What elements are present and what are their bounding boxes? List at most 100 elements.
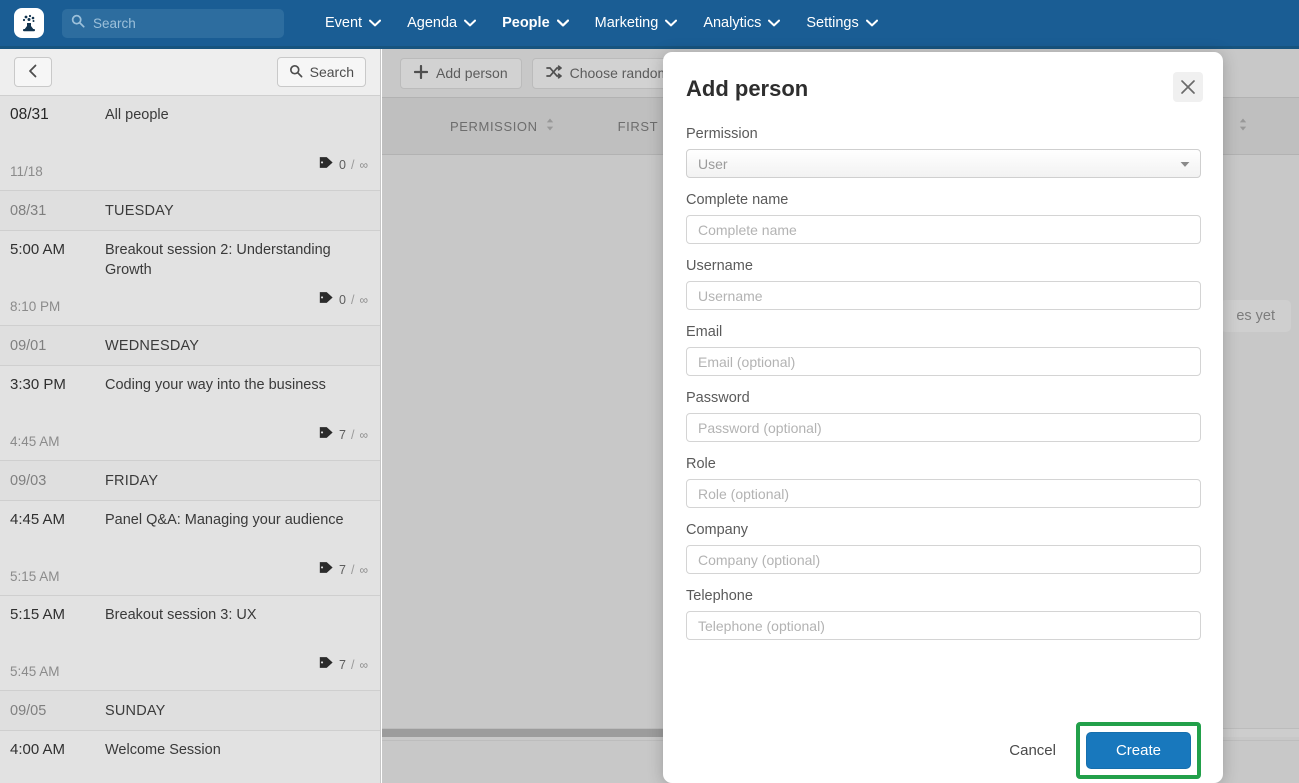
- modal-body: Permission User Complete name Username E…: [663, 126, 1223, 640]
- create-button[interactable]: Create: [1085, 731, 1191, 769]
- agenda-content: All people 0 / ∞: [98, 96, 380, 190]
- column-header-extra[interactable]: [1239, 118, 1247, 134]
- choose-random-button[interactable]: Choose random: [531, 57, 684, 89]
- chevron-down-icon: [369, 15, 382, 31]
- complete-name-label: Complete name: [686, 192, 789, 208]
- list-item[interactable]: 5:15 AM 5:45 AM Breakout session 3: UX 7…: [0, 596, 380, 691]
- chevron-down-icon: [865, 15, 878, 31]
- nav-item-people[interactable]: People: [489, 11, 582, 35]
- navbar-underline: [0, 46, 1299, 49]
- agenda-start: 5:00 AM: [10, 241, 66, 258]
- chevron-down-icon: [556, 15, 569, 31]
- add-person-label: Add person: [436, 65, 508, 81]
- nav-item-settings[interactable]: Settings: [793, 11, 890, 35]
- agenda-start: 3:30 PM: [10, 376, 66, 393]
- tag-icon: [319, 656, 334, 674]
- shuffle-icon: [545, 64, 562, 82]
- dropdown-caret-icon: [1180, 155, 1190, 173]
- modal-header: Add person: [663, 52, 1223, 126]
- field-group-company: Company: [686, 522, 1201, 574]
- agenda-tag-counter: 7 / ∞: [105, 656, 368, 682]
- agenda-day-title-wrap: FRIDAY: [98, 473, 380, 489]
- app-logo-icon[interactable]: [14, 8, 44, 38]
- tag-max: ∞: [359, 158, 368, 172]
- telephone-label: Telephone: [686, 588, 753, 604]
- nav-item-label: Analytics: [703, 15, 762, 31]
- password-label: Password: [686, 390, 750, 406]
- telephone-input[interactable]: [686, 611, 1201, 640]
- tag-max: ∞: [359, 563, 368, 577]
- email-input[interactable]: [686, 347, 1201, 376]
- table-empty-message: es yet: [1220, 300, 1291, 332]
- list-item[interactable]: 08/31 TUESDAY: [0, 191, 380, 231]
- agenda-content: Breakout session 2: Understanding Growth…: [98, 231, 380, 325]
- list-item[interactable]: 4:45 AM 5:15 AM Panel Q&A: Managing your…: [0, 501, 380, 596]
- agenda-day-date: 09/03: [10, 472, 47, 489]
- sidebar-search-button[interactable]: Search: [276, 57, 366, 87]
- agenda-start: 5:15 AM: [10, 606, 66, 623]
- field-group-password: Password: [686, 390, 1201, 442]
- tag-count: 7: [339, 563, 346, 577]
- search-icon: [71, 14, 85, 33]
- agenda-start: 08/31: [10, 106, 49, 123]
- nav-item-event[interactable]: Event: [312, 11, 394, 35]
- sidebar-back-button[interactable]: [14, 57, 52, 87]
- agenda-day-title-wrap: TUESDAY: [98, 203, 380, 219]
- tag-max: ∞: [359, 658, 368, 672]
- list-item[interactable]: 5:00 AM 8:10 PM Breakout session 2: Unde…: [0, 231, 380, 326]
- column-header-permission[interactable]: PERMISSION: [450, 118, 554, 134]
- chevron-down-icon: [665, 15, 678, 31]
- tag-icon: [319, 561, 334, 579]
- modal-footer: Cancel Create: [663, 717, 1223, 783]
- agenda-tag-counter: 0 / ∞: [105, 291, 368, 317]
- sidebar-search-label: Search: [309, 64, 354, 80]
- list-item[interactable]: 3:30 PM 4:45 AM Coding your way into the…: [0, 366, 380, 461]
- agenda-day-date-wrap: 09/01: [0, 338, 98, 354]
- agenda-title: Coding your way into the business: [105, 377, 326, 393]
- agenda-tag-counter: 7 / ∞: [105, 561, 368, 587]
- tag-count: 7: [339, 428, 346, 442]
- role-input[interactable]: [686, 479, 1201, 508]
- agenda-day-date-wrap: 08/31: [0, 203, 98, 219]
- list-item[interactable]: 08/31 11/18 All people 0 / ∞: [0, 96, 380, 191]
- agenda-end: 5:15 AM: [10, 569, 60, 584]
- company-input[interactable]: [686, 545, 1201, 574]
- tag-count: 0: [339, 293, 346, 307]
- cancel-button[interactable]: Cancel: [995, 734, 1070, 767]
- choose-random-label: Choose random: [569, 65, 670, 81]
- agenda-title: Breakout session 2: Understanding Growth: [105, 242, 331, 278]
- list-item[interactable]: 09/03 FRIDAY: [0, 461, 380, 501]
- complete-name-input[interactable]: [686, 215, 1201, 244]
- field-group-complete-name: Complete name: [686, 192, 1201, 244]
- agenda-times: 5:00 AM 8:10 PM: [0, 231, 98, 325]
- nav-item-marketing[interactable]: Marketing: [582, 11, 691, 35]
- nav-item-analytics[interactable]: Analytics: [690, 11, 793, 35]
- list-item[interactable]: 4:00 AM 5:00 AM Welcome Session 7 / ∞: [0, 731, 380, 783]
- list-item[interactable]: 09/01 WEDNESDAY: [0, 326, 380, 366]
- app-root: Search Event Agenda People Marketing Ana…: [0, 0, 1299, 783]
- sidebar-toolbar: Search: [0, 49, 380, 96]
- agenda-start: 4:00 AM: [10, 741, 66, 758]
- agenda-tag-counter: 7 / ∞: [105, 426, 368, 452]
- agenda-content: Welcome Session 7 / ∞: [98, 731, 380, 783]
- agenda-title: Panel Q&A: Managing your audience: [105, 512, 344, 528]
- agenda-end: 8:10 PM: [10, 299, 61, 314]
- agenda-times: 4:45 AM 5:15 AM: [0, 501, 98, 595]
- nav-item-agenda[interactable]: Agenda: [394, 11, 489, 35]
- add-person-button[interactable]: Add person: [400, 57, 522, 89]
- password-input[interactable]: [686, 413, 1201, 442]
- close-icon[interactable]: [1173, 72, 1203, 102]
- global-search-box[interactable]: Search: [62, 8, 284, 38]
- agenda-content: Breakout session 3: UX 7 / ∞: [98, 596, 380, 690]
- tag-separator: /: [350, 293, 355, 307]
- search-icon: [289, 64, 303, 81]
- field-group-email: Email: [686, 324, 1201, 376]
- permission-select[interactable]: User: [686, 149, 1201, 178]
- tag-separator: /: [350, 658, 355, 672]
- email-label: Email: [686, 324, 723, 340]
- username-input[interactable]: [686, 281, 1201, 310]
- field-group-permission: Permission User: [686, 126, 1201, 178]
- chevron-left-icon: [28, 64, 38, 81]
- list-item[interactable]: 09/05 SUNDAY: [0, 691, 380, 731]
- tag-count: 0: [339, 158, 346, 172]
